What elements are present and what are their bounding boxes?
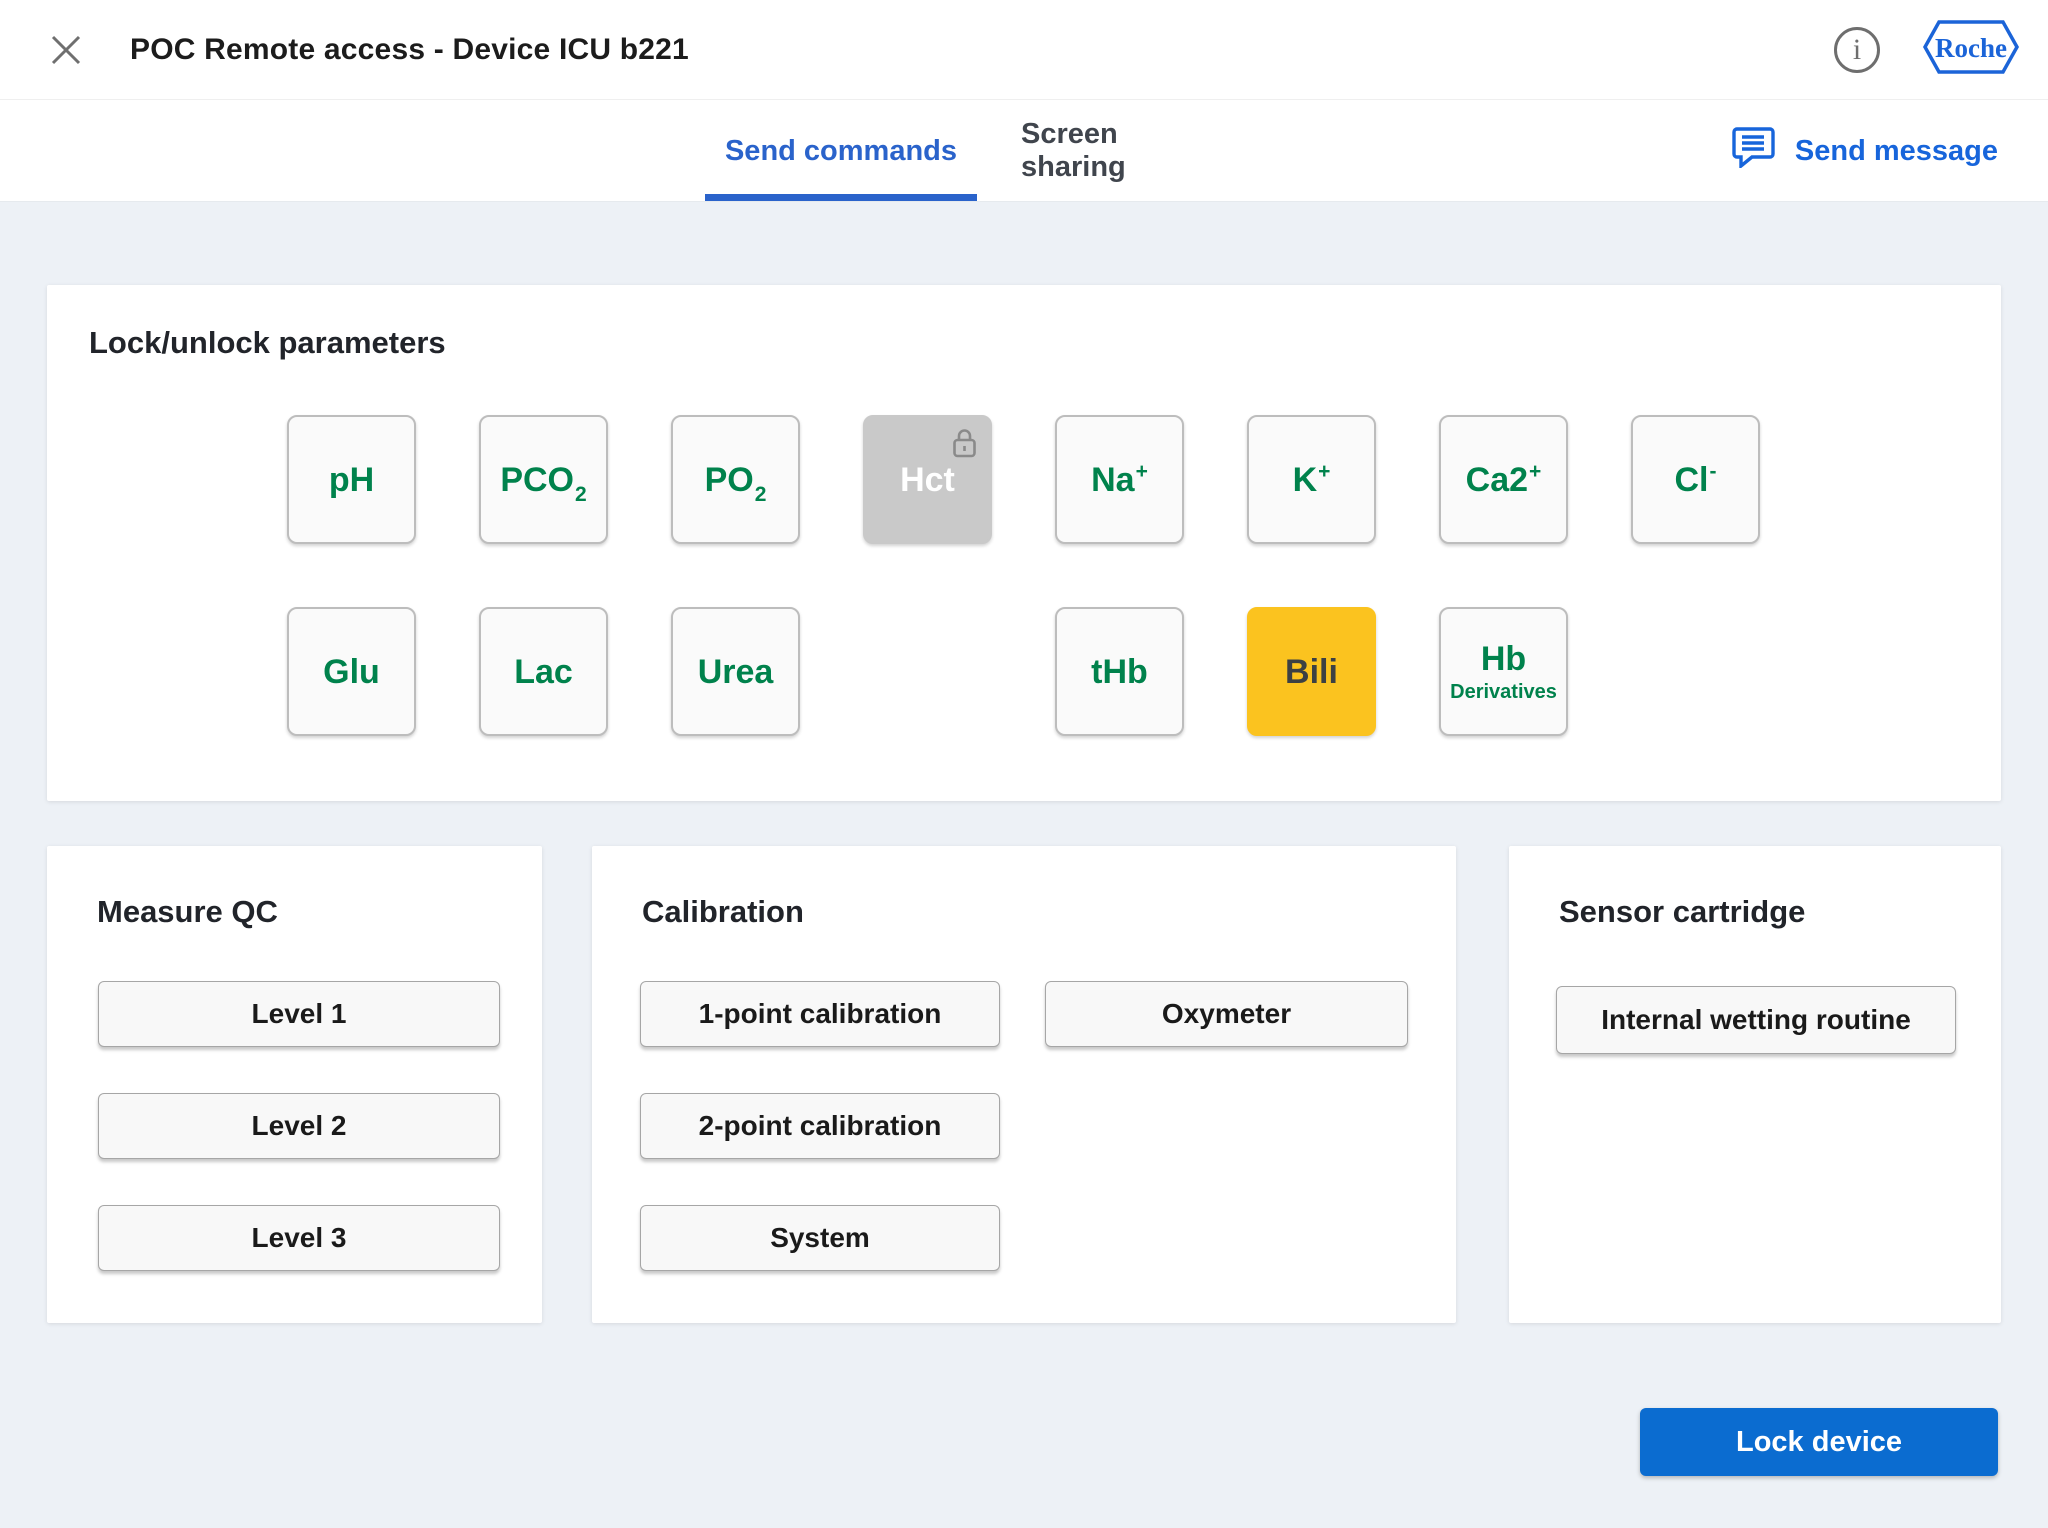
close-icon[interactable]: [44, 28, 88, 72]
param-empty-cell: [863, 607, 992, 736]
param-label: Cl-: [1674, 459, 1717, 499]
page-title: POC Remote access - Device ICU b221: [130, 32, 689, 66]
header-actions: i Roche: [1834, 18, 2020, 81]
tab-bar: Send commands Screen sharing Send messag…: [0, 100, 2048, 202]
calibration-title: Calibration: [642, 894, 804, 929]
param-label: Urea: [697, 652, 774, 691]
tab-screen-sharing[interactable]: Screen sharing: [1021, 100, 1211, 202]
window-header: POC Remote access - Device ICU b221 i Ro…: [0, 0, 2048, 100]
lock-device-button[interactable]: Lock device: [1640, 1408, 1998, 1476]
param-label: Na+: [1091, 459, 1148, 499]
measure-qc-panel: Measure QC Level 1 Level 2 Level 3: [47, 846, 542, 1323]
param-tile-bili[interactable]: Bili: [1247, 607, 1376, 736]
param-empty-cell: [1631, 607, 1760, 736]
param-grid: pH PCO2 PO2 Hct Na+ K+ Ca2+ Cl- Glu Lac Urea tHb Bil…: [287, 415, 1760, 736]
system-calibration-button[interactable]: System: [640, 1205, 1000, 1271]
calibration-panel: Calibration 1-point calibration 2-point …: [592, 846, 1456, 1323]
sensor-cartridge-panel: Sensor cartridge Internal wetting routin…: [1509, 846, 2001, 1323]
send-message-label: Send message: [1794, 134, 1998, 167]
one-point-calibration-button[interactable]: 1-point calibration: [640, 981, 1000, 1047]
param-label: Lac: [514, 652, 573, 691]
lock-unlock-parameters-panel: Lock/unlock parameters pH PCO2 PO2 Hct Na+ K+…: [47, 285, 2001, 801]
param-tile-urea[interactable]: Urea: [671, 607, 800, 736]
param-label-line2: Derivatives: [1450, 680, 1557, 703]
param-tile-ca2[interactable]: Ca2+: [1439, 415, 1568, 544]
param-label: Hct: [900, 460, 955, 499]
param-tile-na[interactable]: Na+: [1055, 415, 1184, 544]
param-tile-glu[interactable]: Glu: [287, 607, 416, 736]
param-label: K+: [1292, 459, 1331, 499]
lock-unlock-title: Lock/unlock parameters: [89, 325, 446, 360]
param-label: pH: [328, 460, 375, 499]
qc-level-1-button[interactable]: Level 1: [98, 981, 500, 1047]
sensor-cartridge-title: Sensor cartridge: [1559, 894, 1806, 929]
param-label: Ca2+: [1465, 459, 1542, 499]
info-icon[interactable]: i: [1834, 26, 1880, 73]
param-label: Hb: [1480, 639, 1527, 678]
qc-level-2-button[interactable]: Level 2: [98, 1093, 500, 1159]
param-tile-cl[interactable]: Cl-: [1631, 415, 1760, 544]
param-tile-pco[interactable]: PCO2: [479, 415, 608, 544]
param-tile-hb[interactable]: Hb Derivatives: [1439, 607, 1568, 736]
tab-send-commands[interactable]: Send commands: [705, 100, 977, 202]
oxymeter-button[interactable]: Oxymeter: [1045, 981, 1408, 1047]
param-tile-po[interactable]: PO2: [671, 415, 800, 544]
param-label: PO2: [704, 460, 767, 506]
internal-wetting-routine-button[interactable]: Internal wetting routine: [1556, 986, 1956, 1054]
param-tile-k[interactable]: K+: [1247, 415, 1376, 544]
roche-logo: Roche: [1922, 18, 2020, 81]
two-point-calibration-button[interactable]: 2-point calibration: [640, 1093, 1000, 1159]
message-icon: [1731, 126, 1775, 176]
active-tab-underline: [705, 194, 977, 201]
roche-wordmark: Roche: [1935, 33, 2007, 63]
measure-qc-title: Measure QC: [97, 894, 278, 929]
send-message-button[interactable]: Send message: [1731, 100, 1998, 202]
param-tile-ph[interactable]: pH: [287, 415, 416, 544]
param-label: PCO2: [500, 460, 587, 506]
qc-level-3-button[interactable]: Level 3: [98, 1205, 500, 1271]
param-label: Bili: [1285, 652, 1338, 691]
param-tile-lac[interactable]: Lac: [479, 607, 608, 736]
lock-icon: [951, 427, 978, 464]
param-label: tHb: [1091, 652, 1148, 691]
param-tile-hct[interactable]: Hct: [863, 415, 992, 544]
param-tile-thb[interactable]: tHb: [1055, 607, 1184, 736]
param-label: Glu: [323, 652, 380, 691]
